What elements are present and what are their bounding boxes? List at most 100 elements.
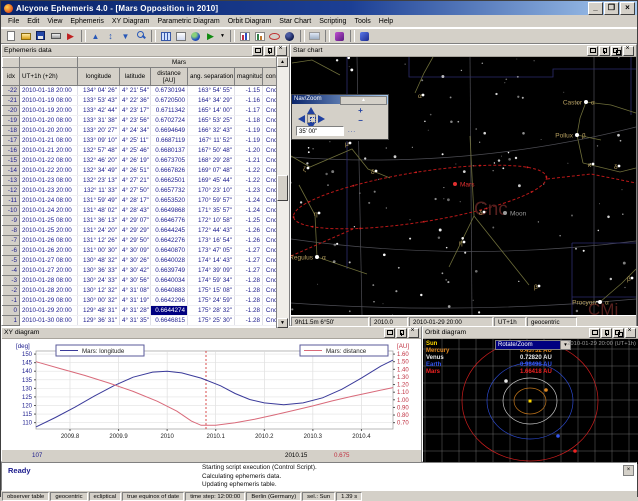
print-icon[interactable]	[49, 30, 62, 42]
orbit-mode-dropdown[interactable]: Rotate/Zoom ▼	[495, 340, 571, 350]
fit-rows-icon[interactable]: ↕	[104, 30, 117, 42]
menu-edit[interactable]: Edit	[23, 18, 43, 25]
ephemeris-panel: Ephemeris data MarsidxUT+1h (+2h)longitu…	[1, 44, 290, 328]
menu-orbit-diagram[interactable]: Orbit Diagram	[224, 18, 276, 25]
table-row[interactable]: -15 2010-01-22 08:00 132° 46' 20" 4° 26' 19…	[2, 155, 282, 166]
xy-maximize-button[interactable]	[384, 327, 395, 338]
zoom-in-icon[interactable]: +	[356, 107, 365, 115]
star-chart-icon[interactable]	[283, 30, 296, 42]
nav-zoom-palette[interactable]: Nav/Zoom ▲ + − 35' 00" ...	[291, 94, 389, 140]
table-row[interactable]: -10 2010-01-24 20:00 131° 48' 02" 4° 28' 43…	[2, 205, 282, 216]
table-row[interactable]: -9 2010-01-25 08:00 131° 36' 13" 4° 29' 07"…	[2, 215, 282, 226]
table-row[interactable]: 1 2010-01-30 08:00 129° 36' 31" 4° 31' 35" 0…	[2, 315, 282, 326]
ephemeris-scrollbar[interactable]: ▲ ▼	[276, 57, 289, 328]
image-icon[interactable]	[308, 30, 321, 42]
statusbar-cell: geocentric	[50, 491, 88, 501]
ephemeris-maximize-button[interactable]	[252, 45, 263, 56]
table-column-headers[interactable]: idx UT+1h (+2h) longitude latitude distance[…	[2, 67, 282, 86]
orbit-pin-icon[interactable]	[601, 327, 612, 338]
xy-pin-icon[interactable]	[396, 327, 407, 338]
ephemeris-close-button[interactable]	[276, 45, 287, 56]
table-row[interactable]: -12 2010-01-23 20:00 132° 11' 33" 4° 27' 50…	[2, 185, 282, 196]
table-options-icon[interactable]	[174, 30, 187, 42]
restore-button[interactable]: ❐	[604, 1, 619, 15]
orbit-diagram-icon[interactable]	[268, 30, 281, 42]
menu-parametric-diagram[interactable]: Parametric Diagram	[153, 18, 223, 25]
table-row[interactable]: -6 2010-01-26 20:00 131° 00' 30" 4° 30' 09"…	[2, 245, 282, 256]
open-icon[interactable]	[19, 30, 32, 42]
log-scroll-icon[interactable]: ×	[623, 465, 634, 476]
help-book-icon[interactable]	[358, 30, 371, 42]
scrollbar-thumb[interactable]	[277, 175, 288, 201]
close-button[interactable]: ×	[620, 1, 635, 15]
pan-up-icon[interactable]	[307, 107, 315, 114]
save-icon[interactable]	[34, 30, 47, 42]
scripting-icon[interactable]	[333, 30, 346, 42]
star-chart-pin-icon[interactable]	[599, 45, 610, 56]
ephemeris-pin-icon[interactable]	[264, 45, 275, 56]
pan-left-icon[interactable]	[298, 115, 305, 123]
collapse-icon[interactable]: ▲	[340, 96, 387, 105]
table-row[interactable]: -13 2010-01-23 08:00 132° 23' 13" 4° 27' 21…	[2, 175, 282, 186]
table-row[interactable]: -19 2010-01-20 08:00 133° 31' 38" 4° 23' 56…	[2, 115, 282, 126]
menu-help[interactable]: Help	[375, 18, 397, 25]
field-of-view-input[interactable]: 35' 00"	[296, 126, 344, 136]
xy-chart[interactable]: 2009.8 2009.9 2010 2010.1 2010.2 2010.3 2010.4…	[2, 339, 421, 449]
star-chart-close-button[interactable]	[623, 45, 634, 56]
table-row[interactable]: -4 2010-01-27 20:00 130° 36' 33" 4° 30' 42"…	[2, 265, 282, 276]
scroll-up-icon[interactable]: ▲	[277, 57, 288, 67]
xy-diagram-icon[interactable]	[238, 30, 251, 42]
table-row[interactable]: -2 2010-01-28 20:00 130° 12' 32" 4° 31' 08"…	[2, 285, 282, 296]
menu-scripting[interactable]: Scripting	[315, 18, 350, 25]
globe-icon[interactable]	[189, 30, 202, 42]
run-script-dropdown[interactable]: ▼	[219, 30, 226, 42]
minimize-button[interactable]: _	[588, 1, 603, 15]
ephemeris-table-icon[interactable]	[159, 30, 172, 42]
nav-zoom-titlebar[interactable]: Nav/Zoom ▲	[292, 95, 388, 105]
table-row[interactable]: -16 2010-01-21 20:00 132° 57' 48" 4° 25' 46…	[2, 145, 282, 156]
orbit-float-button[interactable]	[613, 327, 624, 338]
pan-right-icon[interactable]	[318, 115, 325, 123]
table-row[interactable]: -11 2010-01-24 08:00 131° 59' 49" 4° 28' 17…	[2, 195, 282, 206]
table-row[interactable]: -18 2010-01-20 20:00 133° 20' 27" 4° 24' 34…	[2, 125, 282, 136]
table-row[interactable]: -21 2010-01-19 08:00 133° 53' 43" 4° 22' 36…	[2, 95, 282, 106]
menu-file[interactable]: File	[4, 18, 23, 25]
xy-close-button[interactable]	[408, 327, 419, 338]
zoom-out-icon[interactable]: −	[356, 117, 365, 125]
run-script-icon[interactable]: ▶	[204, 30, 217, 42]
table-row[interactable]: -20 2010-01-19 20:00 133° 42' 44" 4° 23' 17…	[2, 105, 282, 116]
menu-view[interactable]: View	[43, 18, 66, 25]
menu-xy-diagram[interactable]: XY Diagram	[108, 18, 154, 25]
orbit-maximize-button[interactable]	[589, 327, 600, 338]
table-row[interactable]: -5 2010-01-27 08:00 130° 48' 32" 4° 30' 26"…	[2, 255, 282, 266]
fov-more-button[interactable]: ...	[348, 128, 356, 134]
pan-center-button[interactable]	[307, 114, 316, 123]
menu-tools[interactable]: Tools	[350, 18, 374, 25]
new-document-icon[interactable]	[4, 30, 17, 42]
table-row[interactable]: 0 2010-01-29 20:00 129° 48' 31" 4° 31' 28" 0…	[2, 305, 282, 316]
table-row[interactable]: -14 2010-01-22 20:00 132° 34' 49" 4° 26' 51…	[2, 165, 282, 176]
move-down-icon[interactable]: ▼	[119, 30, 132, 42]
star-chart-canvas[interactable]: LMiCncCMiCastorαPolluxβRegulusαProcyonαα…	[291, 57, 636, 315]
move-up-icon[interactable]: ▲	[89, 30, 102, 42]
svg-text:δ: δ	[614, 164, 618, 171]
orbit-close-button[interactable]	[625, 327, 636, 338]
table-row[interactable]: -7 2010-01-26 08:00 131° 12' 26" 4° 29' 50"…	[2, 235, 282, 246]
ephemeris-table[interactable]: Mars idx UT+1h (+2h) longitude latitude dista…	[2, 57, 282, 326]
star-chart-float-button[interactable]	[611, 45, 622, 56]
star-chart-maximize-button[interactable]	[587, 45, 598, 56]
menu-ephemeris[interactable]: Ephemeris	[66, 18, 107, 25]
scroll-down-icon[interactable]: ▼	[277, 318, 288, 328]
table-row[interactable]: -17 2010-01-21 08:00 133° 09' 10" 4° 25' 11…	[2, 135, 282, 146]
table-row[interactable]: -8 2010-01-25 20:00 131° 24' 20" 4° 29' 29"…	[2, 225, 282, 236]
table-row[interactable]: -1 2010-01-29 08:00 130° 00' 32" 4° 31' 19"…	[2, 295, 282, 306]
orbit-canvas[interactable]: Sun Mercury 0.43732 AU Venus 0.72820 AU Earth…	[423, 339, 638, 464]
svg-text:[deg]: [deg]	[16, 343, 30, 350]
parametric-diagram-icon[interactable]	[253, 30, 266, 42]
svg-text:135: 135	[22, 378, 33, 384]
menu-star-chart[interactable]: Star Chart	[275, 18, 315, 25]
table-row[interactable]: -22 2010-01-18 20:00 134° 04' 26" 4° 21' 54…	[2, 85, 282, 96]
search-icon[interactable]	[134, 30, 147, 42]
table-row[interactable]: -3 2010-01-28 08:00 130° 24' 33" 4° 30' 56"…	[2, 275, 282, 286]
export-icon[interactable]: ▶	[64, 30, 77, 42]
